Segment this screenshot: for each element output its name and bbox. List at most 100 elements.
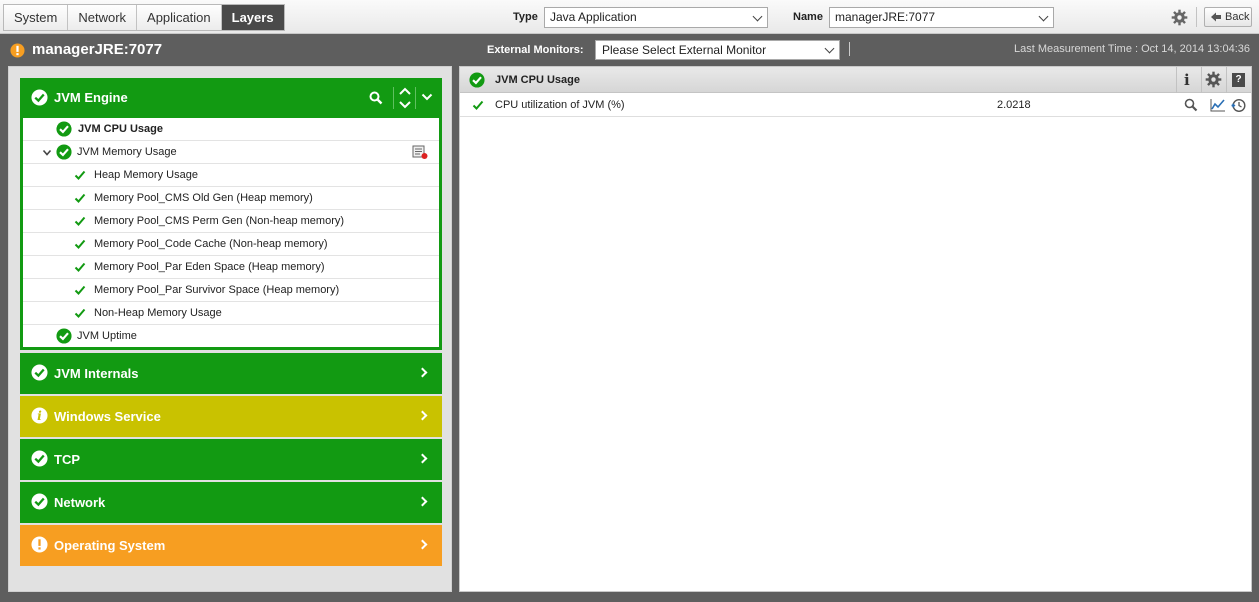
config-edit-icon[interactable] <box>412 145 428 160</box>
check-icon <box>74 193 86 203</box>
tab-system[interactable]: System <box>4 5 69 30</box>
chevron-down-icon <box>752 11 763 22</box>
test-item[interactable]: JVM Memory Usage <box>23 141 439 164</box>
type-select[interactable]: Java Application <box>544 7 768 28</box>
gear-icon[interactable] <box>1171 9 1188 26</box>
layers-panel: JVM Engine JVM CPU Usage JVM Memory Usag… <box>8 66 452 592</box>
type-select-value: Java Application <box>550 10 637 24</box>
external-monitors-value: Please Select External Monitor <box>602 43 767 57</box>
layer-name: Network <box>54 495 106 510</box>
last-measurement-time: Last Measurement Time : Oct 14, 2014 13:… <box>1013 43 1250 55</box>
test-item[interactable]: Memory Pool_CMS Old Gen (Heap memory) <box>23 187 439 210</box>
layer-tcp[interactable]: TCP <box>20 439 442 480</box>
chevron-right-icon <box>417 496 428 507</box>
test-item[interactable]: Memory Pool_CMS Perm Gen (Non-heap memor… <box>23 210 439 233</box>
chevron-down-icon[interactable] <box>42 149 52 157</box>
test-item[interactable]: Heap Memory Usage <box>23 164 439 187</box>
test-label: JVM Uptime <box>77 330 137 342</box>
line-graph-icon[interactable] <box>1210 98 1226 112</box>
chevron-down-icon <box>824 43 835 54</box>
check-icon <box>74 262 86 272</box>
layer-windows-service[interactable]: i Windows Service <box>20 396 442 437</box>
name-label: Name <box>793 11 823 23</box>
test-label: JVM CPU Usage <box>78 123 163 135</box>
search-icon[interactable] <box>1184 98 1198 112</box>
history-icon[interactable] <box>1231 98 1247 113</box>
external-monitors-select[interactable]: Please Select External Monitor <box>595 40 840 60</box>
check-icon <box>74 285 86 295</box>
name-select-value: managerJRE:7077 <box>835 10 936 24</box>
check-icon <box>74 308 86 318</box>
back-arrow-icon <box>1211 12 1221 22</box>
back-button[interactable]: Back <box>1204 7 1252 27</box>
chevron-right-icon <box>417 453 428 464</box>
header-divider <box>1226 67 1227 93</box>
name-select[interactable]: managerJRE:7077 <box>829 7 1054 28</box>
test-label: Memory Pool_Code Cache (Non-heap memory) <box>94 238 328 250</box>
help-icon[interactable]: ? <box>1232 73 1245 87</box>
toolbar-divider <box>1196 7 1197 27</box>
chevron-right-icon <box>417 410 428 421</box>
test-label: Memory Pool_CMS Old Gen (Heap memory) <box>94 192 313 204</box>
test-item[interactable]: Memory Pool_Code Cache (Non-heap memory) <box>23 233 439 256</box>
test-item[interactable]: Memory Pool_Par Survivor Space (Heap mem… <box>23 279 439 302</box>
gear-icon[interactable] <box>1205 71 1222 88</box>
main-tabs: System Network Application Layers <box>3 4 285 31</box>
check-circle-icon <box>31 89 48 106</box>
header-divider <box>1176 67 1177 93</box>
check-circle-icon <box>56 328 72 344</box>
warning-circle-icon <box>31 536 48 553</box>
measure-row: CPU utilization of JVM (%) 2.0218 <box>460 94 1251 117</box>
tab-layers[interactable]: Layers <box>221 5 284 30</box>
test-detail-header: JVM CPU Usage i ? <box>460 67 1251 93</box>
header-divider <box>1201 67 1202 93</box>
test-label: Memory Pool_CMS Perm Gen (Non-heap memor… <box>94 215 345 227</box>
test-label: Non-Heap Memory Usage <box>94 307 222 319</box>
tab-application[interactable]: Application <box>137 5 222 30</box>
chevron-down-icon <box>1038 11 1049 22</box>
header-divider <box>849 42 850 56</box>
check-circle-icon <box>31 493 48 510</box>
chevron-right-icon <box>417 367 428 378</box>
back-button-label: Back <box>1225 11 1250 23</box>
test-item[interactable]: Non-Heap Memory Usage <box>23 302 439 325</box>
measure-name: CPU utilization of JVM (%) <box>495 99 625 111</box>
layer-name: JVM Internals <box>54 366 139 381</box>
top-toolbar: System Network Application Layers Type J… <box>0 0 1259 34</box>
test-item[interactable]: JVM Uptime <box>23 325 439 348</box>
test-label: Memory Pool_Par Survivor Space (Heap mem… <box>94 284 340 296</box>
test-label: JVM Memory Usage <box>77 146 177 158</box>
measure-value: 2.0218 <box>997 99 1031 111</box>
layer-name: JVM Engine <box>54 90 128 105</box>
info-icon[interactable]: i <box>1184 71 1190 89</box>
header-divider <box>415 87 416 109</box>
bottom-bar <box>0 596 1259 602</box>
type-label: Type <box>513 11 538 23</box>
search-icon[interactable] <box>369 91 383 105</box>
tab-network[interactable]: Network <box>68 5 138 30</box>
chevron-right-icon <box>417 539 428 550</box>
check-icon <box>74 216 86 226</box>
layer-jvm-internals[interactable]: JVM Internals <box>20 353 442 394</box>
layer-name: TCP <box>54 452 80 467</box>
test-detail-title: JVM CPU Usage <box>495 74 580 86</box>
test-label: Memory Pool_Par Eden Space (Heap memory) <box>94 261 325 273</box>
expand-collapse-icon[interactable] <box>398 87 412 109</box>
check-circle-icon <box>31 364 48 381</box>
layer-name: Windows Service <box>54 409 161 424</box>
layer-jvm-engine: JVM Engine JVM CPU Usage JVM Memory Usag… <box>20 78 442 350</box>
warning-icon <box>10 43 25 58</box>
check-icon <box>74 170 86 180</box>
external-monitors-label: External Monitors: <box>487 44 584 56</box>
layer-test-list: JVM CPU Usage JVM Memory Usage Heap Memo… <box>23 118 439 347</box>
info-circle-icon: i <box>31 407 48 424</box>
layer-jvm-engine-header[interactable]: JVM Engine <box>20 78 442 117</box>
test-item[interactable]: JVM CPU Usage <box>23 118 439 141</box>
test-item[interactable]: Memory Pool_Par Eden Space (Heap memory) <box>23 256 439 279</box>
layer-operating-system[interactable]: Operating System <box>20 525 442 566</box>
layer-network[interactable]: Network <box>20 482 442 523</box>
test-label: Heap Memory Usage <box>94 169 198 181</box>
chevron-down-icon[interactable] <box>421 91 433 103</box>
check-circle-icon <box>31 450 48 467</box>
check-circle-icon <box>56 144 72 160</box>
